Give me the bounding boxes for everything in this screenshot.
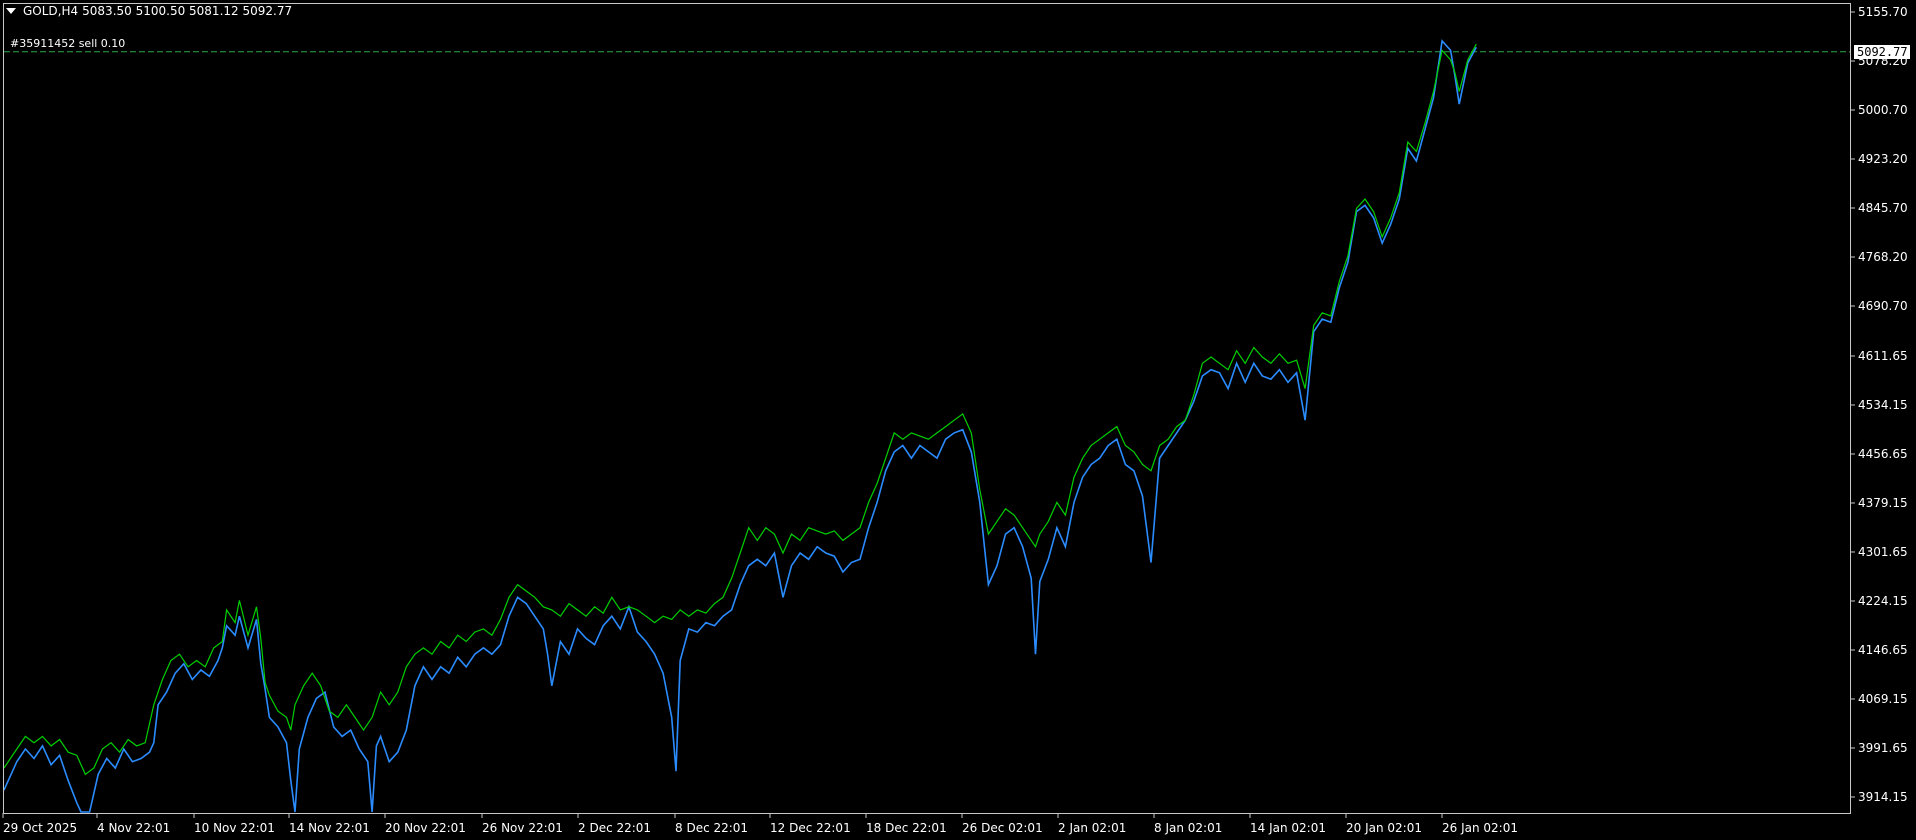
price-tick-label: 5000.70 <box>1858 103 1908 117</box>
time-axis: 29 Oct 2025 4 Nov 22:01 10 Nov 22:01 14 Nov… <box>2 813 1518 835</box>
time-tick-label: 8 Dec 22:01 <box>675 821 748 835</box>
time-tick-label: 4 Nov 22:01 <box>97 821 170 835</box>
price-tick-label: 4923.20 <box>1858 152 1908 166</box>
chart-window[interactable]: 5155.70 5078.20 5000.70 4923.20 4845.70 4768.… <box>0 0 1916 840</box>
time-tick-label: 2 Jan 02:01 <box>1058 821 1126 835</box>
price-tick-label: 4379.15 <box>1858 496 1908 510</box>
time-tick-label: 2 Dec 22:01 <box>578 821 651 835</box>
price-tick-label: 5155.70 <box>1858 5 1908 19</box>
ohlc-values: 5083.50 5100.50 5081.12 5092.77 <box>82 4 293 18</box>
symbol-timeframe: GOLD,H4 <box>23 4 79 18</box>
time-tick-label: 18 Dec 22:01 <box>866 821 947 835</box>
price-tick-label: 4690.70 <box>1858 299 1908 313</box>
time-tick-label: 12 Dec 22:01 <box>770 821 851 835</box>
price-tick-label: 4768.20 <box>1858 250 1908 264</box>
price-tick-label: 4224.15 <box>1858 594 1908 608</box>
time-tick-label: 26 Nov 22:01 <box>482 821 563 835</box>
price-tick-label: 4301.65 <box>1858 545 1908 559</box>
time-tick-label: 26 Dec 02:01 <box>962 821 1043 835</box>
price-tick-label: 4611.65 <box>1858 349 1908 363</box>
price-axis: 5155.705078.205000.704923.204845.704768.… <box>1851 5 1908 804</box>
price-tick-label: 4845.70 <box>1858 201 1908 215</box>
time-tick-label: 14 Jan 02:01 <box>1250 821 1326 835</box>
price-tick-label: 3914.15 <box>1858 790 1908 804</box>
price-chart[interactable]: 5155.705078.205000.704923.204845.704768.… <box>0 0 1916 840</box>
time-tick-label: 8 Jan 02:01 <box>1154 821 1222 835</box>
current-price-tag: 5092.77 <box>1854 45 1910 59</box>
price-tick-label: 4534.15 <box>1858 398 1908 412</box>
time-tick-label: 20 Jan 02:01 <box>1346 821 1422 835</box>
price-series-1 <box>3 43 1477 776</box>
time-tick-label: 14 Nov 22:01 <box>289 821 370 835</box>
price-tick-label: 4456.65 <box>1858 447 1908 461</box>
time-tick-label: 29 Oct 2025 <box>3 821 77 835</box>
price-tick-label: 3991.65 <box>1858 741 1908 755</box>
price-tick-label: 4069.15 <box>1858 692 1908 706</box>
time-tick-label: 26 Jan 02:01 <box>1442 821 1518 835</box>
price-series-0 <box>3 39 1478 813</box>
time-tick-label: 20 Nov 22:01 <box>385 821 466 835</box>
time-tick-label: 10 Nov 22:01 <box>194 821 275 835</box>
order-label[interactable]: #35911452 sell 0.10 <box>10 37 125 50</box>
price-tick-label: 4146.65 <box>1858 643 1908 657</box>
symbol-header: GOLD,H4 5083.50 5100.50 5081.12 5092.77 <box>6 4 292 18</box>
series-layer <box>3 39 1478 813</box>
chart-menu-dropdown-icon[interactable] <box>6 8 16 14</box>
